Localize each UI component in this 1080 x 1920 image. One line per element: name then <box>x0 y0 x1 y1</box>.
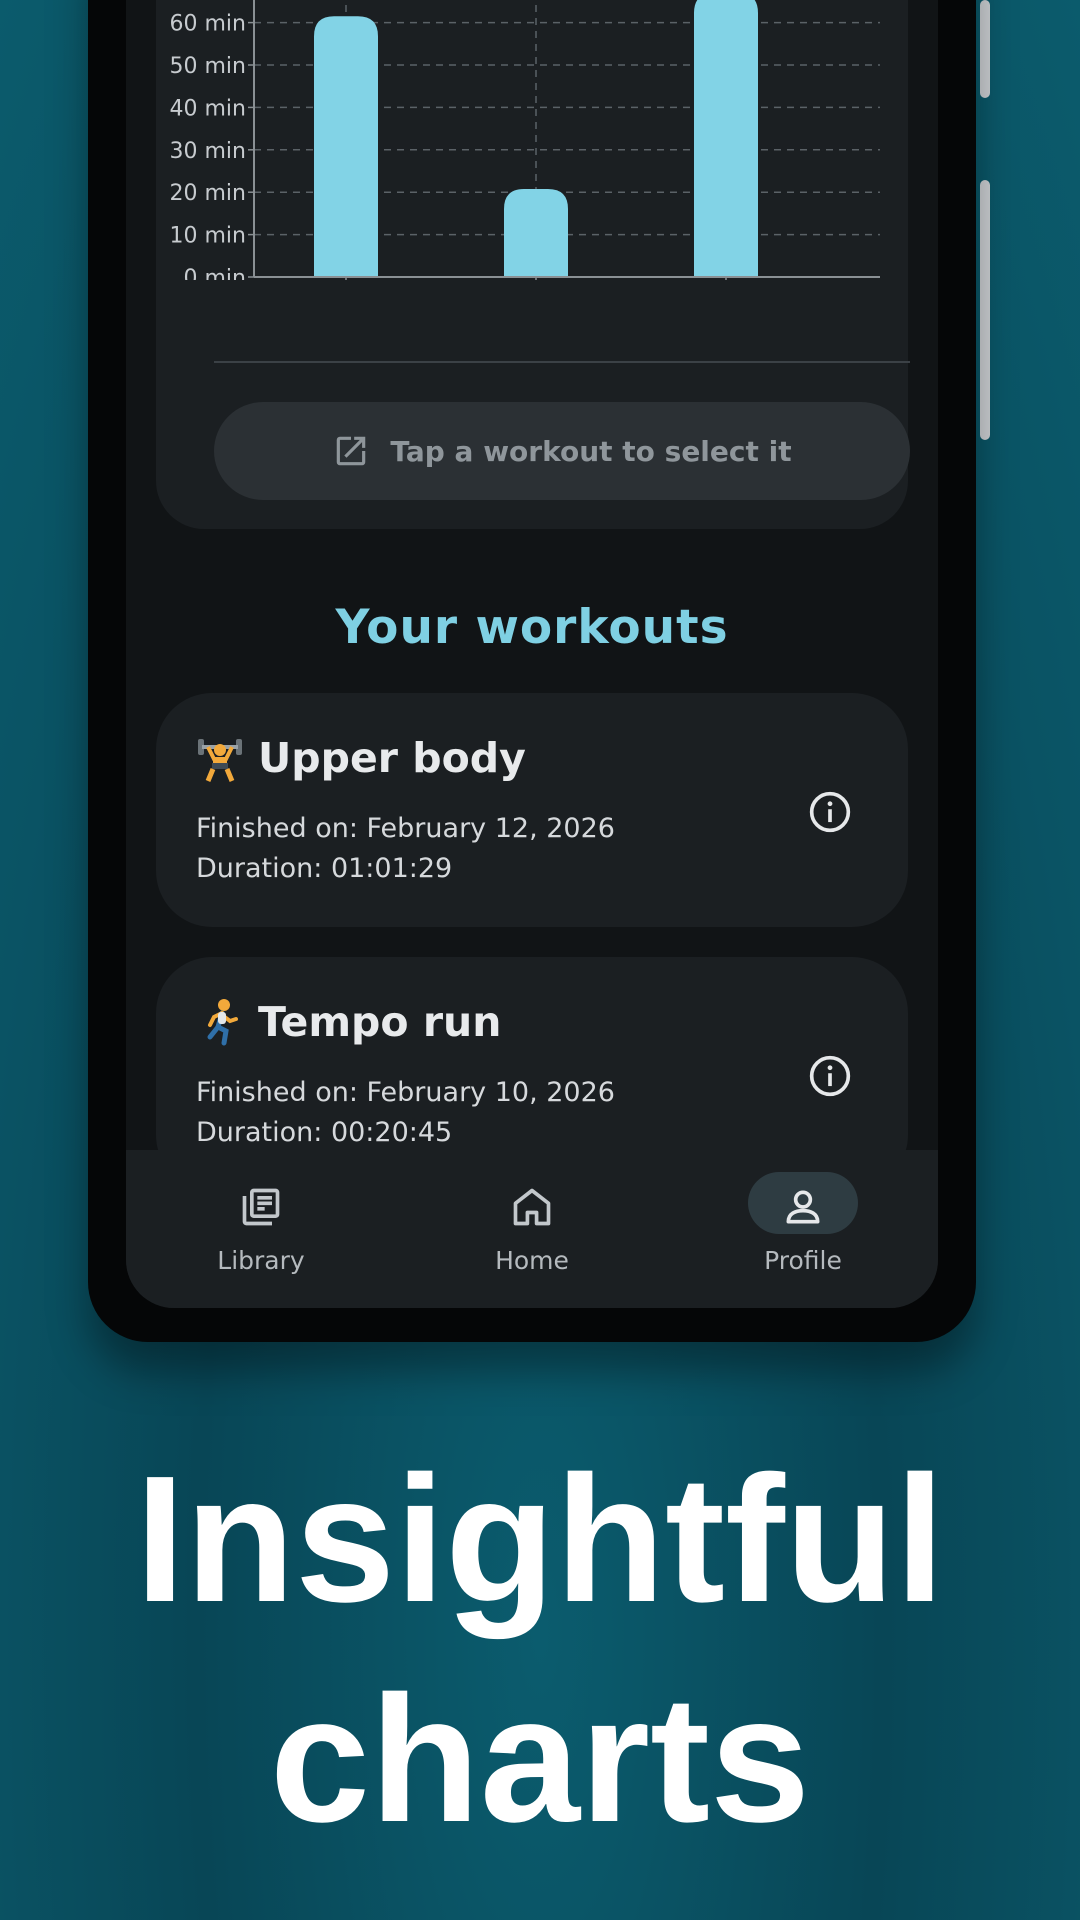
select-workout-label: Tap a workout to select it <box>390 434 792 468</box>
chart-card: 0 min 10 min 20 min 30 min 40 min 50 min 60 mi… <box>156 0 910 529</box>
y-tick-label: 40 min <box>170 96 246 121</box>
workout-title: Tempo run <box>258 998 502 1046</box>
headline-line-2: charts <box>269 1659 811 1860</box>
workout-duration: Duration: 00:20:45 <box>196 1117 453 1148</box>
chart-divider <box>214 361 910 363</box>
phone-side-button-bottom <box>980 180 990 440</box>
bottom-navigation: Library Home Profile <box>126 1150 938 1308</box>
y-tick-label: 60 min <box>170 12 246 37</box>
workout-title-row: Tempo run <box>196 997 501 1047</box>
y-tick-label: 10 min <box>170 224 246 249</box>
y-tick-label: 50 min <box>170 54 246 79</box>
workout-card-upper-body[interactable]: Upper body Finished on: February 12, 202… <box>156 693 908 927</box>
nav-item-home[interactable]: Home <box>397 1150 667 1308</box>
phone-screen: 0 min 10 min 20 min 30 min 40 min 50 min 60 mi… <box>126 0 938 1308</box>
info-icon[interactable] <box>808 790 852 834</box>
select-workout-button[interactable]: Tap a workout to select it <box>214 402 910 500</box>
y-tick-label: 0 min <box>184 266 246 280</box>
nav-item-library[interactable]: Library <box>126 1150 396 1308</box>
nav-item-profile[interactable]: Profile <box>668 1150 938 1308</box>
weightlifter-icon <box>198 739 242 782</box>
workout-finished-date: Finished on: February 12, 2026 <box>196 813 615 844</box>
workout-duration-chart[interactable]: 0 min 10 min 20 min 30 min 40 min 50 min 60 mi… <box>156 0 908 280</box>
nav-label-library: Library <box>217 1246 305 1275</box>
nav-label-profile: Profile <box>764 1246 842 1275</box>
phone-side-button-top <box>980 0 990 98</box>
y-tick-label: 30 min <box>170 139 246 164</box>
info-icon[interactable] <box>808 1054 852 1098</box>
workout-title-row: Upper body <box>196 733 526 783</box>
runner-icon <box>207 999 238 1046</box>
bar-2-10-26[interactable] <box>504 189 568 277</box>
headline-line-1: Insightful <box>135 1439 945 1640</box>
workout-duration: Duration: 01:01:29 <box>196 853 453 884</box>
bar-2-8-26[interactable] <box>694 0 758 277</box>
nav-label-home: Home <box>495 1246 569 1275</box>
profile-icon <box>786 1190 820 1224</box>
home-icon <box>513 1188 551 1226</box>
library-icon <box>242 1188 280 1226</box>
workout-title: Upper body <box>258 734 526 782</box>
workout-finished-date: Finished on: February 10, 2026 <box>196 1077 615 1108</box>
open-in-new-icon <box>337 436 366 466</box>
bar-2-12-26[interactable] <box>314 16 378 278</box>
section-title: Your workouts <box>335 600 729 655</box>
y-tick-label: 20 min <box>170 181 246 206</box>
